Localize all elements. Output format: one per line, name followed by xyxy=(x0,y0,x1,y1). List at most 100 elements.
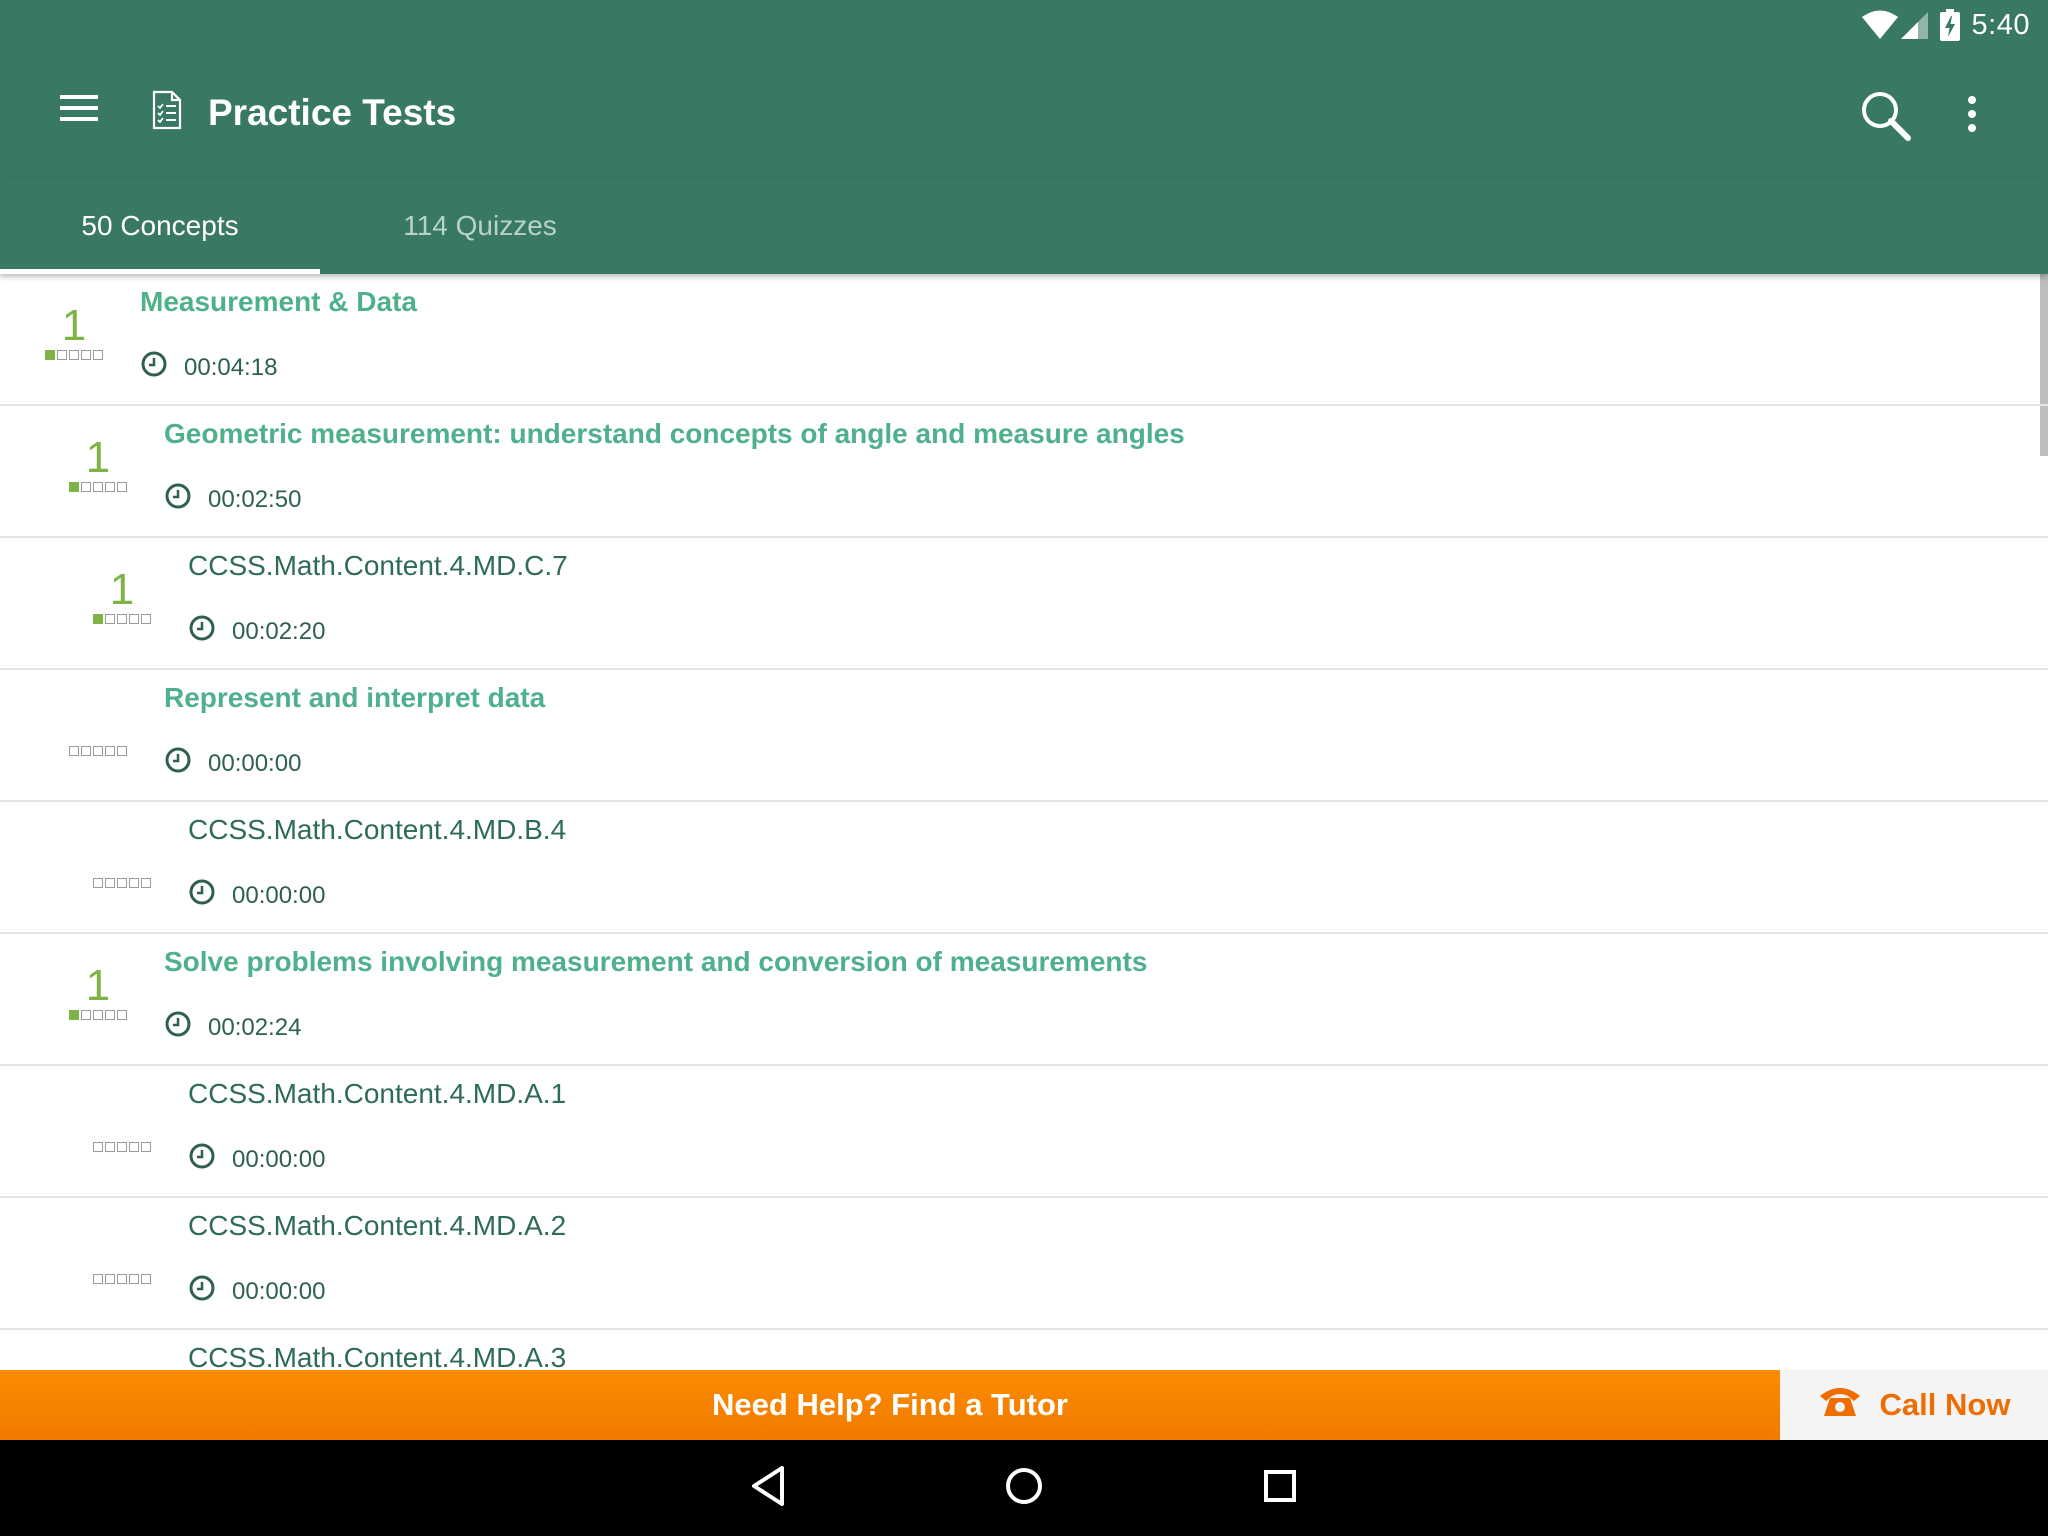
score-indicator: 1 xyxy=(66,961,130,1020)
score-box xyxy=(129,614,139,624)
list-item[interactable]: CCSS.Math.Content.4.MD.A.3 xyxy=(0,1330,2048,1370)
overflow-menu-button[interactable] xyxy=(1956,86,1988,146)
standard-title: CCSS.Math.Content.4.MD.A.3 xyxy=(188,1342,567,1370)
score-boxes xyxy=(90,614,154,624)
clock-icon xyxy=(188,878,232,913)
back-triangle-icon xyxy=(748,1464,788,1513)
recents-square-icon xyxy=(1260,1466,1300,1511)
phone-icon xyxy=(1818,1384,1880,1426)
elapsed-time: 00:00:00 xyxy=(164,746,301,781)
score-indicator xyxy=(90,1230,154,1284)
concept-title: Geometric measurement: understand concep… xyxy=(164,418,1185,449)
score-box xyxy=(69,350,79,360)
back-button[interactable] xyxy=(738,1458,798,1518)
concept-title: Represent and interpret data xyxy=(164,682,546,713)
score-boxes xyxy=(66,1010,130,1020)
clock-icon xyxy=(188,1274,232,1309)
elapsed-time: 00:00:00 xyxy=(188,1274,325,1309)
elapsed-time-text: 00:00:00 xyxy=(232,1277,326,1305)
home-button[interactable] xyxy=(994,1458,1054,1518)
list-item[interactable]: 1 Geometric measurement: understand conce… xyxy=(0,406,2048,538)
search-icon xyxy=(1856,92,1916,150)
search-button[interactable] xyxy=(1856,86,1916,146)
score-box xyxy=(129,1142,139,1152)
elapsed-time-text: 00:04:18 xyxy=(184,353,278,381)
status-bar: 5:40 xyxy=(0,0,2048,50)
score-box xyxy=(141,878,151,888)
list-item[interactable]: CCSS.Math.Content.4.MD.A.2 00:00:00 xyxy=(0,1198,2048,1330)
list-item[interactable]: 1 CCSS.Math.Content.4.MD.C.7 00:02:20 xyxy=(0,538,2048,670)
list-item[interactable]: CCSS.Math.Content.4.MD.B.4 00:00:00 xyxy=(0,802,2048,934)
score-box xyxy=(69,1010,79,1020)
elapsed-time-text: 00:00:00 xyxy=(232,881,326,909)
standard-title: CCSS.Math.Content.4.MD.A.2 xyxy=(188,1210,567,1241)
score-box xyxy=(141,1274,151,1284)
score-box xyxy=(81,350,91,360)
clock-icon xyxy=(188,1142,232,1177)
score-box xyxy=(129,1274,139,1284)
tab-concepts[interactable]: 50 Concepts xyxy=(0,178,320,274)
score-box xyxy=(117,1010,127,1020)
score-box xyxy=(81,482,91,492)
elapsed-time-text: 00:02:20 xyxy=(232,617,326,645)
clock-icon xyxy=(164,746,208,781)
elapsed-time-text: 00:02:24 xyxy=(208,1013,302,1041)
score-number: 1 xyxy=(85,961,111,1010)
elapsed-time: 00:02:50 xyxy=(164,482,301,517)
standard-title: CCSS.Math.Content.4.MD.A.1 xyxy=(188,1078,567,1109)
list-item[interactable]: CCSS.Math.Content.4.MD.A.1 00:00:00 xyxy=(0,1066,2048,1198)
score-box xyxy=(93,1142,103,1152)
score-box xyxy=(81,746,91,756)
score-boxes xyxy=(66,482,130,492)
score-box xyxy=(93,1274,103,1284)
elapsed-time: 00:00:00 xyxy=(188,878,325,913)
score-box xyxy=(105,1142,115,1152)
score-box xyxy=(93,614,103,624)
elapsed-time: 00:02:20 xyxy=(188,614,325,649)
document-checklist-icon xyxy=(150,90,184,135)
score-box xyxy=(117,1142,127,1152)
score-number xyxy=(90,1098,154,1138)
score-box xyxy=(105,482,115,492)
score-number xyxy=(90,834,154,874)
score-boxes xyxy=(66,746,130,756)
score-box xyxy=(117,1274,127,1284)
app-root: 5:40 Practice Tests 50 Concepts 114 Quiz… xyxy=(0,0,2048,1536)
score-box xyxy=(57,350,67,360)
clock-icon xyxy=(164,1010,208,1045)
score-box xyxy=(105,746,115,756)
score-box xyxy=(93,878,103,888)
toolbar: Practice Tests xyxy=(0,50,2048,178)
score-box xyxy=(93,1010,103,1020)
score-indicator: 1 xyxy=(66,436,130,492)
concept-title: Measurement & Data xyxy=(140,286,417,317)
score-box xyxy=(117,482,127,492)
score-indicator xyxy=(90,834,154,888)
score-box xyxy=(69,746,79,756)
clock-icon xyxy=(140,350,184,385)
call-now-button[interactable]: Call Now xyxy=(1780,1370,2048,1440)
score-indicator: 1 xyxy=(90,568,154,624)
standard-title: CCSS.Math.Content.4.MD.B.4 xyxy=(188,814,567,845)
tab-quizzes[interactable]: 114 Quizzes xyxy=(320,178,640,274)
concept-list[interactable]: 1 Measurement & Data 00:04:18 1 Geometric me… xyxy=(0,274,2048,1370)
score-box xyxy=(93,350,103,360)
tab-indicator xyxy=(0,269,320,274)
tab-bar: 50 Concepts 114 Quizzes xyxy=(0,178,2048,274)
menu-button[interactable] xyxy=(48,78,112,142)
score-indicator xyxy=(90,1098,154,1152)
list-item[interactable]: Represent and interpret data 00:00:00 xyxy=(0,670,2048,802)
hamburger-menu-icon xyxy=(60,93,100,128)
elapsed-time: 00:04:18 xyxy=(140,350,277,385)
score-box xyxy=(117,746,127,756)
list-item[interactable]: 1 Measurement & Data 00:04:18 xyxy=(0,274,2048,406)
list-item[interactable]: 1 Solve problems involving measurement an… xyxy=(0,934,2048,1066)
recents-button[interactable] xyxy=(1250,1458,1310,1518)
score-box xyxy=(105,1274,115,1284)
score-boxes xyxy=(90,1142,154,1152)
system-nav-bar xyxy=(0,1440,2048,1536)
cell-signal-icon xyxy=(1900,10,1928,40)
find-tutor-button[interactable]: Need Help? Find a Tutor xyxy=(0,1370,1780,1440)
score-box xyxy=(117,878,127,888)
score-box xyxy=(93,482,103,492)
